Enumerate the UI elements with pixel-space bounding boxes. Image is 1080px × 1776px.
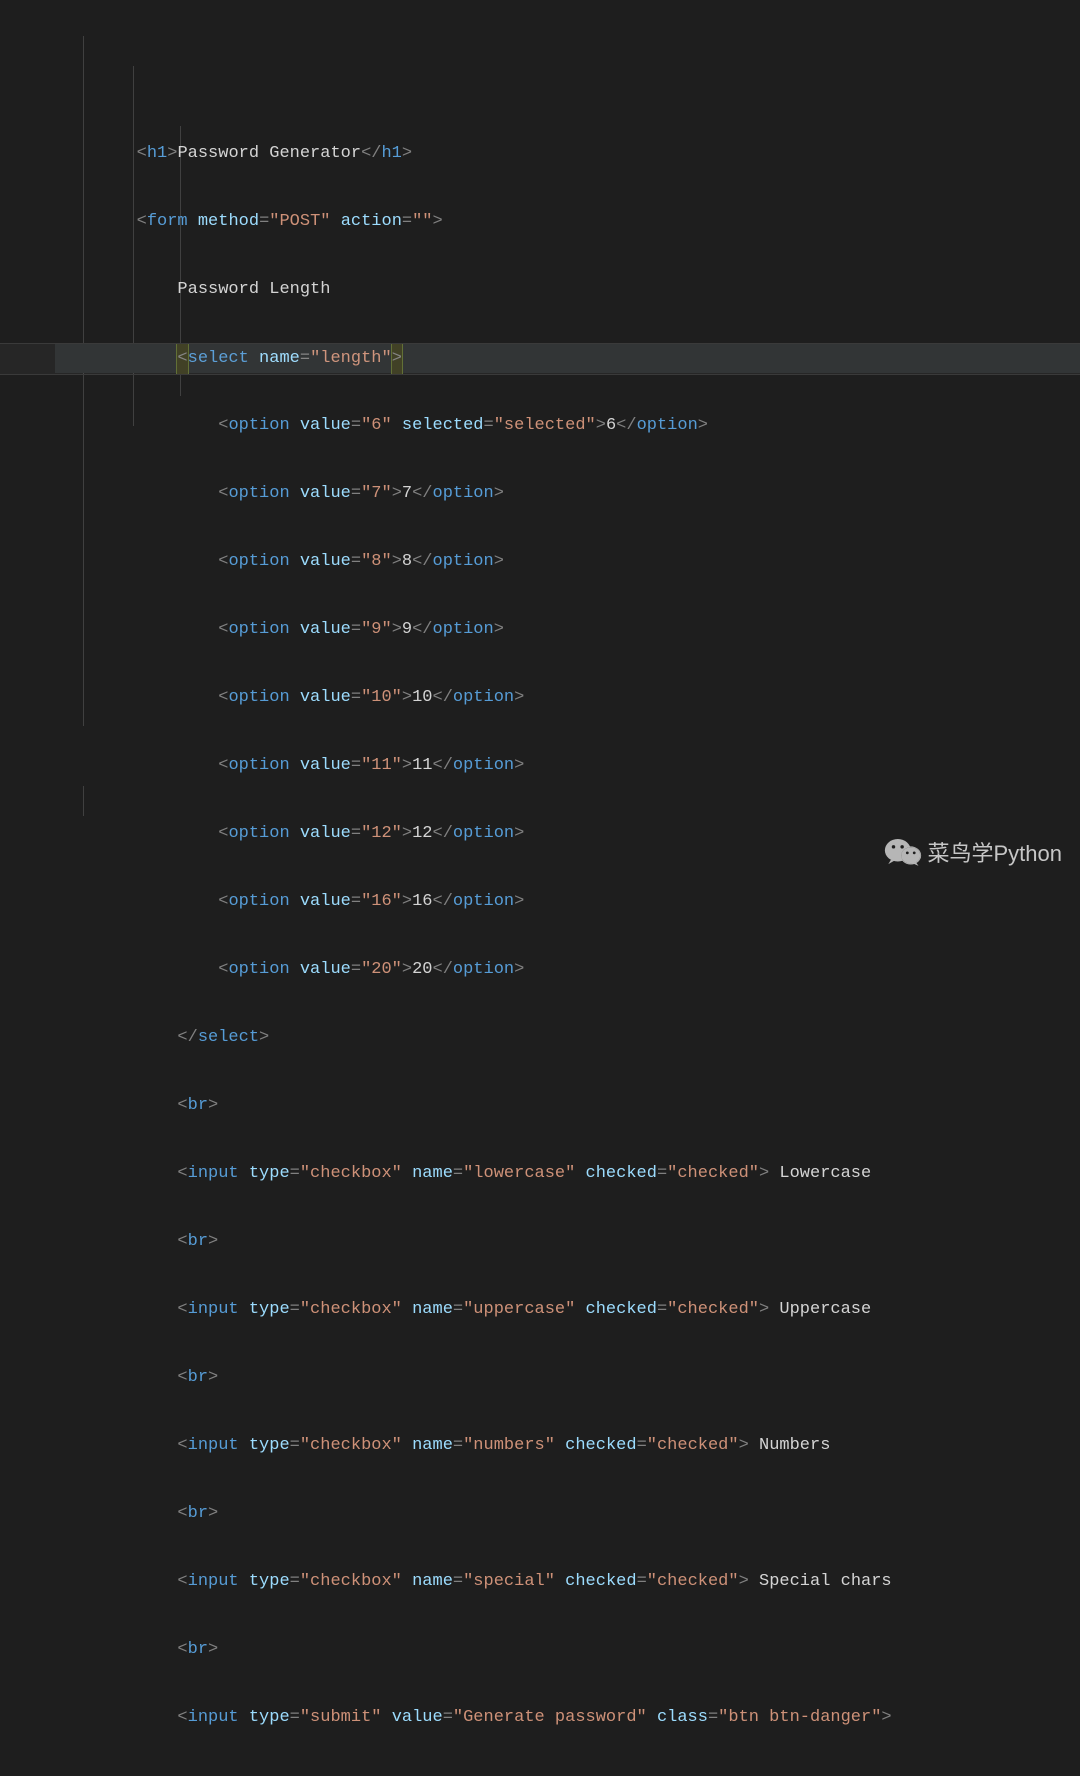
code-line: <br> <box>55 1227 1080 1257</box>
code-line: <option value="8">8</option> <box>55 547 1080 577</box>
code-line: <option value="9">9</option> <box>55 615 1080 645</box>
code-line: <input type="checkbox" name="uppercase" … <box>55 1295 1080 1325</box>
code-line: <br> <box>55 1091 1080 1121</box>
code-line-active: <select name="length"> <box>55 343 1080 373</box>
code-line: <option value="11">11</option> <box>55 751 1080 781</box>
code-line: <option value="16">16</option> <box>55 887 1080 917</box>
code-line: </select> <box>55 1023 1080 1053</box>
code-editor[interactable]: <h1>Password Generator</h1> <form method… <box>0 0 1080 888</box>
wechat-icon <box>884 837 922 867</box>
code-line: <h1>Password Generator</h1> <box>55 139 1080 169</box>
code-line: <input type="checkbox" name="numbers" ch… <box>55 1431 1080 1461</box>
line-number-gutter <box>0 0 45 888</box>
code-line: <input type="checkbox" name="special" ch… <box>55 1567 1080 1597</box>
code-line: <br> <box>55 1499 1080 1529</box>
watermark: 菜鸟学Python <box>884 836 1063 868</box>
code-line: <option value="20">20</option> <box>55 955 1080 985</box>
watermark-text: 菜鸟学Python <box>928 836 1063 868</box>
code-line: <option value="6" selected="selected">6<… <box>55 411 1080 441</box>
code-line: <br> <box>55 1363 1080 1393</box>
code-line: Password Length <box>55 275 1080 305</box>
code-line: </form> <box>55 1771 1080 1776</box>
code-content[interactable]: <h1>Password Generator</h1> <form method… <box>45 0 1080 888</box>
code-line: <input type="submit" value="Generate pas… <box>55 1703 1080 1733</box>
code-line: <option value="10">10</option> <box>55 683 1080 713</box>
code-line: <br> <box>55 1635 1080 1665</box>
code-line: <input type="checkbox" name="lowercase" … <box>55 1159 1080 1189</box>
code-line: <form method="POST" action=""> <box>55 207 1080 237</box>
code-line: <option value="7">7</option> <box>55 479 1080 509</box>
